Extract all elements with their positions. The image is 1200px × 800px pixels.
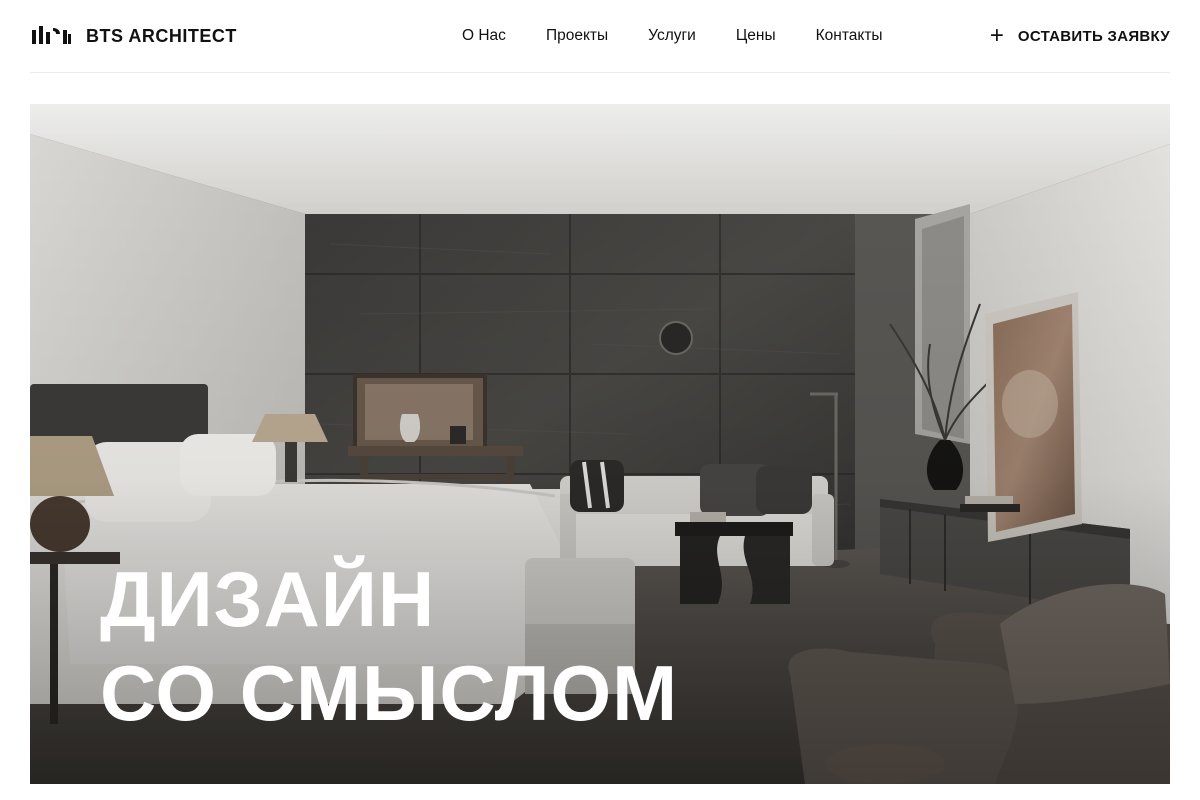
hero-title: ДИЗАЙН СО СМЫСЛОМ [100, 552, 678, 740]
logo-mark-icon [32, 26, 71, 44]
main-nav: О Нас Проекты Услуги Цены Контакты [462, 0, 883, 72]
logo-text: BTS ARCHITECT [86, 25, 237, 46]
nav-prices[interactable]: Цены [736, 27, 776, 45]
nav-services[interactable]: Услуги [648, 27, 696, 45]
leave-request-button[interactable]: + ОСТАВИТЬ ЗАЯВКУ [990, 0, 1170, 72]
site-header: BTS ARCHITECT О Нас Проекты Услуги Цены … [30, 0, 1170, 73]
logo[interactable]: BTS ARCHITECT [30, 24, 237, 48]
hero-title-line-2: СО СМЫСЛОМ [100, 649, 679, 737]
plus-icon: + [989, 22, 1004, 49]
leave-request-label: ОСТАВИТЬ ЗАЯВКУ [1017, 27, 1170, 45]
nav-about[interactable]: О Нас [462, 27, 506, 45]
nav-contacts[interactable]: Контакты [816, 27, 883, 45]
hero-banner: ДИЗАЙН СО СМЫСЛОМ [30, 104, 1170, 784]
nav-projects[interactable]: Проекты [546, 27, 608, 45]
hero-title-line-1: ДИЗАЙН [100, 555, 436, 643]
